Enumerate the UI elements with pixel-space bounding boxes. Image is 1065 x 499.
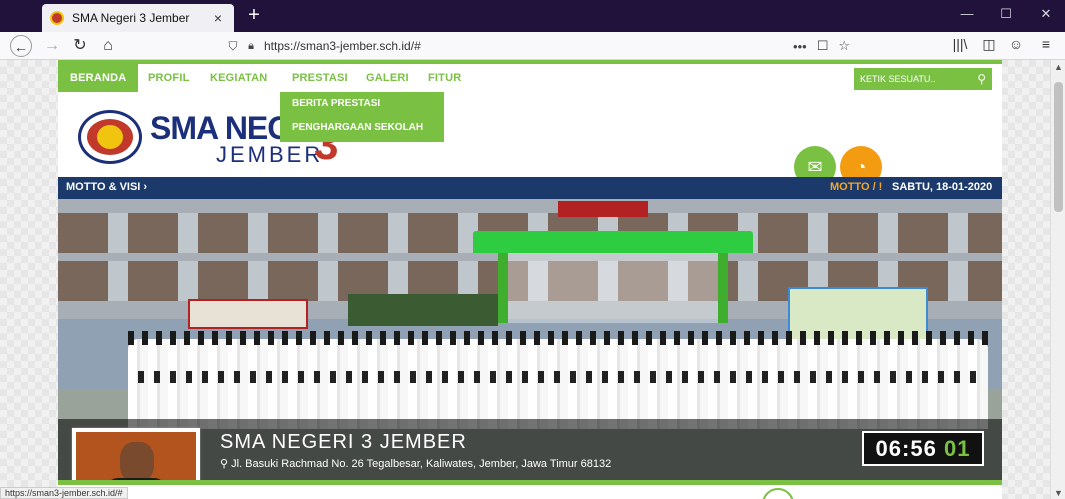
browser-navbar: ← → ↻ ⌂ ⛉ 🔒︎ https://sman3-jember.sch.id… — [0, 32, 1065, 60]
library-icon[interactable]: |||\ — [950, 36, 970, 52]
school-favicon-icon — [50, 11, 64, 25]
students-group — [128, 339, 988, 429]
menu-profil[interactable]: PROFIL — [148, 72, 190, 84]
content-start — [58, 485, 1002, 499]
main-menu: BERANDA PROFIL KEGIATAN PRESTASI GALERI … — [58, 60, 1002, 92]
address-text: Jl. Basuki Rachmad No. 26 Tegalbesar, Ka… — [231, 458, 612, 470]
bookmark-star-icon[interactable]: ☆ — [838, 38, 850, 54]
close-window-button[interactable]: ✕ — [1034, 6, 1058, 22]
scrollbar-thumb[interactable] — [1054, 82, 1063, 212]
dropdown-penghargaan-sekolah[interactable]: PENGHARGAAN SEKOLAH — [292, 122, 423, 133]
site-search[interactable]: KETIK SESUATU.. ⚲ — [854, 68, 992, 90]
left-banner — [188, 299, 308, 329]
sidebar-icon[interactable]: ◫ — [979, 36, 999, 53]
page-actions-icon[interactable]: ••• — [793, 39, 807, 54]
forward-button[interactable]: → — [40, 35, 64, 57]
reload-button[interactable]: ↻ — [68, 35, 92, 57]
dropdown-berita-prestasi[interactable]: BERITA PRESTASI — [292, 98, 380, 109]
url-text[interactable]: https://sman3-jember.sch.id/# — [264, 39, 783, 53]
menu-fitur[interactable]: FITUR — [428, 72, 461, 84]
students-heads-front — [138, 371, 978, 383]
maximize-button[interactable]: ☐ — [994, 6, 1018, 22]
menu-kegiatan[interactable]: KEGIATAN — [210, 72, 267, 84]
scroll-up-icon[interactable]: ▲ — [1051, 62, 1065, 72]
school-logo[interactable] — [78, 110, 142, 164]
motto-ticker: MOTTO / ! — [830, 181, 883, 193]
browser-tab[interactable]: SMA Negeri 3 Jember × — [42, 4, 234, 32]
new-tab-button[interactable]: + — [244, 5, 264, 25]
tab-close-icon[interactable]: × — [210, 10, 226, 26]
menu-prestasi[interactable]: PRESTASI — [292, 72, 348, 84]
lock-icon[interactable]: 🔒︎ — [242, 40, 260, 53]
back-button[interactable]: ← — [10, 35, 32, 57]
current-date: SABTU, 18-01-2020 — [892, 181, 993, 193]
menu-galeri[interactable]: GALERI — [366, 72, 409, 84]
digital-clock: 06:56 01 — [862, 431, 984, 466]
prestasi-dropdown: BERITA PRESTASI PENGHARGAAN SEKOLAH — [280, 92, 444, 142]
green-canopy — [498, 253, 728, 323]
location-pin-icon: ⚲ — [220, 458, 232, 470]
school-name: SMA NEGERI 3 JEMBER — [220, 431, 467, 453]
green-canopy-roof — [473, 231, 753, 253]
logo-emblem — [97, 125, 123, 149]
search-input[interactable]: KETIK SESUATU.. — [860, 74, 977, 84]
motto-visi-link[interactable]: MOTTO & VISI › — [66, 181, 147, 193]
congratulation-banner — [348, 294, 498, 326]
page-scrollbar[interactable]: ▲ ▼ — [1050, 60, 1065, 499]
url-bar[interactable]: ⛉ 🔒︎ https://sman3-jember.sch.id/# ••• ☐… — [224, 35, 850, 57]
scroll-down-icon[interactable]: ▼ — [1051, 488, 1065, 498]
brand-city: JEMBER — [216, 142, 324, 167]
portrait-face — [120, 442, 154, 482]
status-bar-url: https://sman3-jember.sch.id/# — [0, 487, 128, 499]
browser-titlebar: SMA Negeri 3 Jember × + — ☐ ✕ — [0, 0, 1065, 32]
clock-hours-minutes: 06:56 — [875, 436, 937, 461]
shield-icon[interactable]: ⛉ — [224, 39, 242, 54]
school-address: ⚲ Jl. Basuki Rachmad No. 26 Tegalbesar, … — [220, 457, 611, 470]
minimize-button[interactable]: — — [955, 6, 979, 21]
search-icon[interactable]: ⚲ — [977, 72, 986, 86]
account-icon[interactable]: ☺ — [1006, 36, 1026, 52]
ticker-bar: MOTTO & VISI › MOTTO / ! SABTU, 18-01-20… — [58, 177, 1002, 199]
clock-seconds: 01 — [943, 436, 971, 461]
tab-title: SMA Negeri 3 Jember — [72, 11, 190, 25]
students-heads-back — [128, 331, 988, 345]
site-container: BERANDA PROFIL KEGIATAN PRESTASI GALERI … — [58, 60, 1002, 499]
site-header: SMA NEG JEMBER 3 ✉ ◔ — [58, 92, 1002, 188]
menu-beranda[interactable]: BERANDA — [58, 64, 139, 92]
menu-icon[interactable]: ≡ — [1036, 36, 1056, 52]
home-button[interactable]: ⌂ — [96, 35, 120, 57]
pocket-icon[interactable]: ☐ — [817, 38, 829, 54]
red-banner — [558, 201, 648, 217]
